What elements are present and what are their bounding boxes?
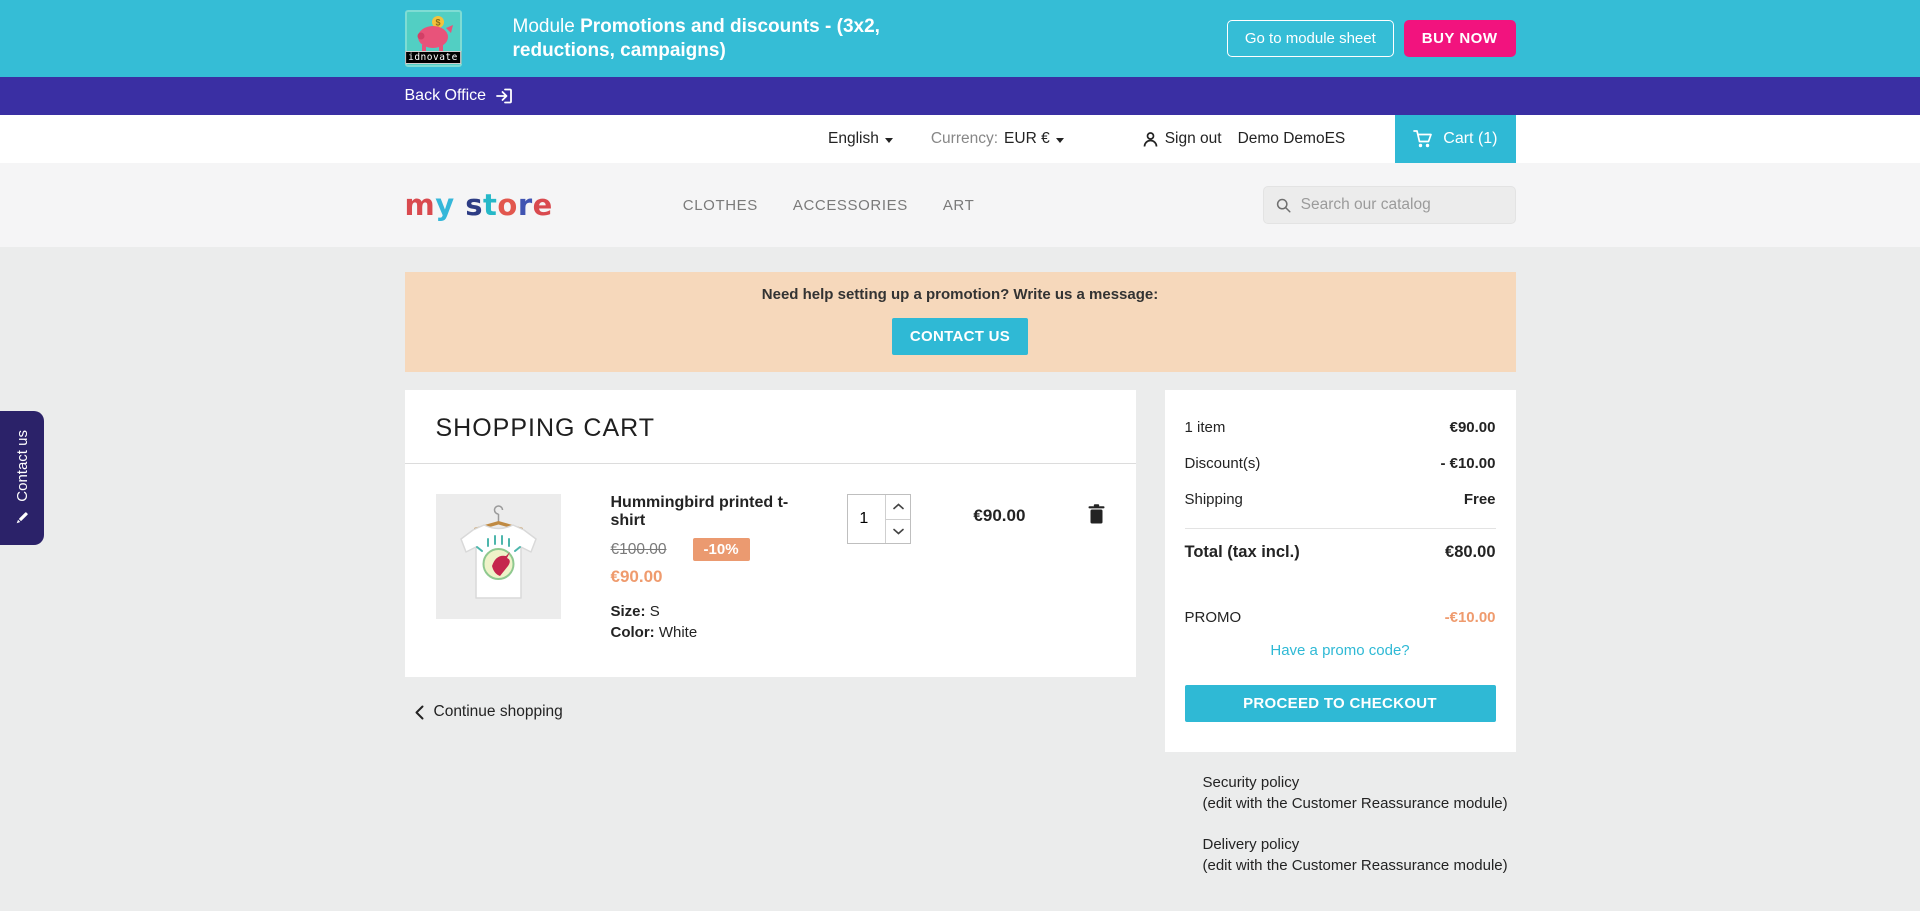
sign-out-label: Sign out — [1164, 130, 1222, 147]
chevron-down-icon — [1055, 137, 1064, 143]
security-policy-icon — [1165, 772, 1203, 814]
product-image[interactable] — [435, 494, 561, 619]
chevron-left-icon — [415, 705, 423, 719]
module-title: Module Promotions and discounts - (3x2, … — [513, 15, 963, 63]
nav-accessories[interactable]: ACCESSORIES — [793, 197, 908, 214]
summary-label: 1 item — [1184, 419, 1226, 436]
nav-clothes[interactable]: CLOTHES — [683, 197, 758, 214]
piggy-bank-icon: $ — [417, 16, 453, 51]
store-logo[interactable]: my store — [405, 188, 553, 222]
delivery-policy: Delivery policy (edit with the Customer … — [1165, 834, 1516, 876]
quantity-decrease-button[interactable] — [886, 520, 910, 544]
promo-value: -€10.00 — [1444, 609, 1496, 626]
nav-art[interactable]: ART — [943, 197, 975, 214]
store-nav: CLOTHES ACCESSORIES ART — [683, 197, 975, 214]
chevron-up-icon — [893, 503, 904, 510]
pencil-icon — [16, 512, 28, 524]
shopping-cart-title: SHOPPING CART — [435, 414, 656, 442]
remove-item-button[interactable] — [1088, 504, 1105, 529]
reassurance-policies: Security policy (edit with the Customer … — [1165, 772, 1516, 876]
total-label: Total (tax incl.) — [1184, 543, 1300, 561]
color-value: White — [658, 624, 698, 641]
discount-badge: -10% — [692, 538, 750, 561]
contact-tab-label: Contact us — [13, 429, 31, 502]
product-discounted-price: €90.00 — [610, 567, 663, 586]
module-header: $ idnovate Module Promotions and discoun… — [0, 0, 1920, 77]
help-banner: Need help setting up a promotion? Write … — [404, 272, 1516, 372]
contact-us-button[interactable]: CONTACT US — [891, 318, 1029, 355]
promo-row: PROMO -€10.00 — [1185, 609, 1496, 626]
summary-value: - €10.00 — [1440, 455, 1496, 472]
vendor-name: idnovate — [405, 51, 461, 64]
quantity-spinner — [847, 494, 912, 544]
policy-subtitle: (edit with the Customer Reassurance modu… — [1202, 857, 1508, 874]
quantity-input[interactable] — [848, 495, 886, 543]
search-box — [1262, 186, 1516, 224]
policy-subtitle: (edit with the Customer Reassurance modu… — [1202, 795, 1508, 812]
summary-label: Discount(s) — [1184, 455, 1261, 472]
product-name[interactable]: Hummingbird printed t-shirt — [611, 494, 813, 530]
exit-to-back-office-icon — [496, 88, 512, 104]
summary-row-discount: Discount(s) - €10.00 — [1185, 446, 1496, 482]
contact-us-side-tab[interactable]: Contact us — [0, 411, 44, 545]
summary-row-shipping: Shipping Free — [1185, 482, 1496, 518]
cart-item-row: Hummingbird printed t-shirt €100.00 -10%… — [405, 464, 1136, 643]
chevron-down-icon — [884, 137, 893, 143]
currency-value: EUR € — [1004, 130, 1050, 147]
delivery-policy-icon — [1165, 834, 1203, 876]
store-header: my store CLOTHES ACCESSORIES ART — [0, 163, 1920, 247]
cart-summary-card: 1 item €90.00 Discount(s) - €10.00 Shipp… — [1164, 390, 1516, 752]
continue-shopping-link[interactable]: Continue shopping — [405, 703, 1136, 721]
summary-value: €90.00 — [1449, 419, 1496, 436]
language-value: English — [828, 130, 879, 147]
promo-code-link[interactable]: Have a promo code? — [1185, 642, 1496, 659]
user-icon — [1143, 131, 1158, 147]
chevron-down-icon — [893, 528, 904, 535]
summary-value: Free — [1463, 491, 1496, 508]
quantity-increase-button[interactable] — [886, 495, 911, 520]
divider — [1184, 528, 1496, 529]
top-utility-bar: English Currency: EUR € Sign out Demo De… — [0, 115, 1920, 163]
total-value: €80.00 — [1445, 543, 1496, 561]
cart-label: Cart (1) — [1443, 130, 1498, 147]
summary-row-items: 1 item €90.00 — [1185, 410, 1496, 446]
security-policy: Security policy (edit with the Customer … — [1165, 772, 1516, 814]
back-office-link[interactable]: Back Office — [405, 87, 514, 105]
size-label: Size: — [610, 603, 646, 620]
back-office-bar: Back Office — [0, 77, 1920, 115]
continue-shopping-label: Continue shopping — [433, 703, 563, 720]
user-name: Demo DemoES — [1237, 130, 1346, 147]
help-banner-message: Need help setting up a promotion? Write … — [761, 286, 1159, 303]
line-total: €90.00 — [973, 506, 1026, 525]
search-input[interactable] — [1300, 196, 1503, 214]
cart-button[interactable]: Cart (1) — [1395, 115, 1516, 163]
shopping-cart-card: SHOPPING CART Hummingbird printed t-shir… — [404, 390, 1136, 677]
user-name-link[interactable]: Demo DemoES — [1238, 130, 1346, 148]
color-label: Color: — [610, 624, 655, 641]
currency-label: Currency: — [930, 130, 999, 147]
summary-label: Shipping — [1184, 491, 1243, 508]
sign-out-link[interactable]: Sign out — [1142, 130, 1222, 148]
size-value: S — [649, 603, 660, 620]
shopping-cart-icon — [1413, 130, 1433, 148]
language-dropdown[interactable]: English — [828, 130, 893, 148]
search-icon — [1276, 198, 1291, 212]
svg-text:$: $ — [435, 18, 440, 28]
currency-dropdown[interactable]: Currency: EUR € — [931, 130, 1064, 148]
proceed-to-checkout-button[interactable]: PROCEED TO CHECKOUT — [1184, 685, 1496, 722]
policy-title: Security policy — [1202, 774, 1300, 791]
product-attributes: Size: S Color: White — [611, 601, 813, 643]
back-office-label: Back Office — [404, 87, 487, 104]
policy-title: Delivery policy — [1202, 836, 1300, 853]
promo-label: PROMO — [1184, 609, 1242, 626]
summary-total-row: Total (tax incl.) €80.00 — [1185, 535, 1496, 569]
idnovate-logo[interactable]: $ idnovate — [404, 10, 462, 67]
module-title-prefix: Module — [512, 15, 575, 37]
product-regular-price: €100.00 — [610, 540, 667, 558]
buy-now-button[interactable]: BUY NOW — [1403, 20, 1516, 57]
go-to-module-sheet-button[interactable]: Go to module sheet — [1226, 20, 1394, 57]
trash-icon — [1088, 504, 1104, 524]
